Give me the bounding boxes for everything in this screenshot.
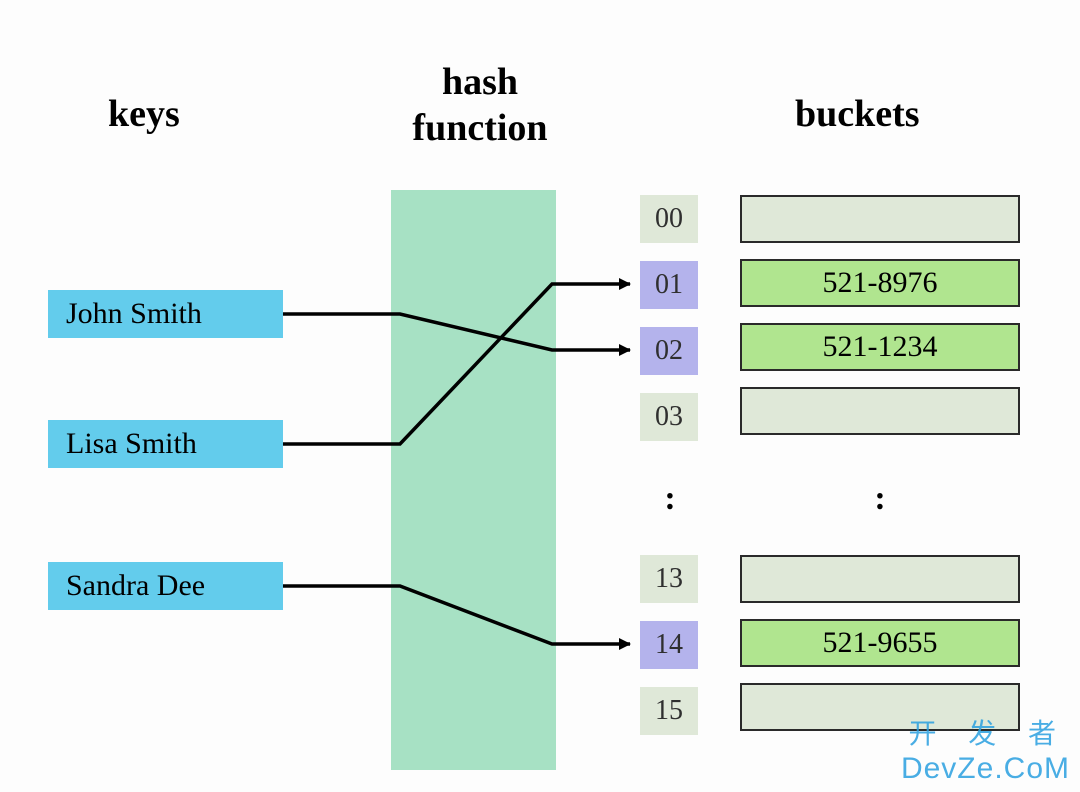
watermark-en: DevZe.CoM <box>901 752 1070 786</box>
bucket-cell-00 <box>740 195 1020 243</box>
hash-table-diagram: keys hash function buckets John Smith Li… <box>0 0 1080 792</box>
index-cell-14: 14 <box>640 621 698 669</box>
heading-buckets: buckets <box>795 92 920 138</box>
index-cell-03: 03 <box>640 393 698 441</box>
bucket-cell-03 <box>740 387 1020 435</box>
bucket-cell-01: 521-8976 <box>740 259 1020 307</box>
index-ellipsis: : <box>660 480 680 518</box>
heading-keys: keys <box>108 92 180 138</box>
bucket-cell-02: 521-1234 <box>740 323 1020 371</box>
bucket-cell-13 <box>740 555 1020 603</box>
heading-hash-line1: hash <box>442 61 518 103</box>
index-cell-00: 00 <box>640 195 698 243</box>
heading-hash-function: hash function <box>400 60 560 151</box>
index-cell-02: 02 <box>640 327 698 375</box>
watermark-cn: 开 发 者 <box>908 712 1068 752</box>
key-lisa-smith: Lisa Smith <box>48 420 283 468</box>
bucket-cell-14: 521-9655 <box>740 619 1020 667</box>
key-john-smith: John Smith <box>48 290 283 338</box>
index-cell-15: 15 <box>640 687 698 735</box>
bucket-ellipsis: : <box>870 480 890 518</box>
key-sandra-dee: Sandra Dee <box>48 562 283 610</box>
index-cell-13: 13 <box>640 555 698 603</box>
heading-hash-line2: function <box>412 107 547 149</box>
index-cell-01: 01 <box>640 261 698 309</box>
hash-function-box <box>391 190 556 770</box>
